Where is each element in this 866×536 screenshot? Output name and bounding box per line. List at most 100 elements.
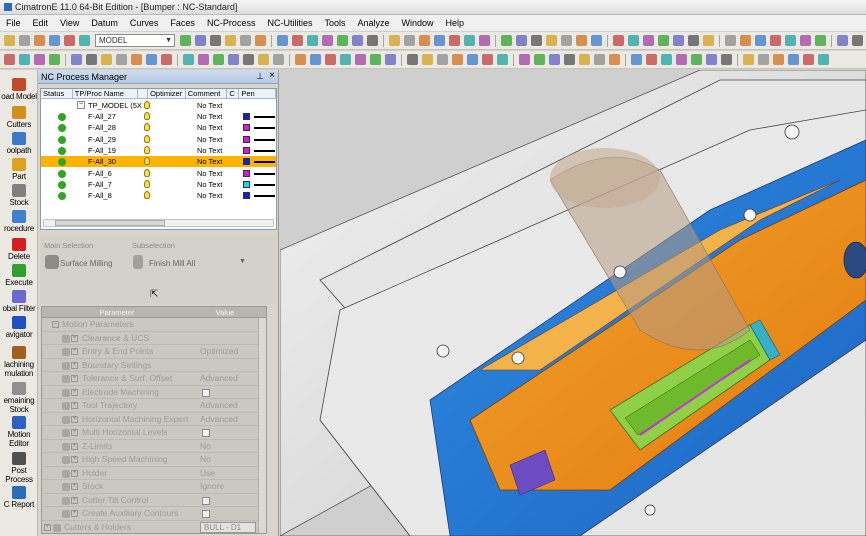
- toolbar-tool-icon[interactable]: [407, 54, 418, 65]
- menu-file[interactable]: File: [0, 18, 27, 28]
- param-row[interactable]: + Electrode Machining: [42, 386, 266, 399]
- toolbar-tool-icon[interactable]: [725, 35, 736, 46]
- param-value[interactable]: Ignore: [200, 480, 224, 493]
- toolbar-tool-icon[interactable]: [609, 54, 620, 65]
- tree-row[interactable]: F-All_8 No Text: [41, 190, 276, 201]
- param-row[interactable]: + Multi Horizontal Levels: [42, 426, 266, 440]
- toolbar-tool-icon[interactable]: [310, 54, 321, 65]
- toolbar-tool-icon[interactable]: [183, 54, 194, 65]
- guide-remaining-stock[interactable]: emaining Stock: [0, 382, 38, 414]
- toolbar-tool-icon[interactable]: [758, 54, 769, 65]
- lightbulb-icon[interactable]: [144, 123, 150, 132]
- toolbar-tool-icon[interactable]: [161, 54, 172, 65]
- toolbar-tool-icon[interactable]: [770, 35, 781, 46]
- toolbar-tool-icon[interactable]: [79, 35, 90, 46]
- toolbar-tool-icon[interactable]: [273, 54, 284, 65]
- collapse-icon[interactable]: −: [77, 101, 85, 109]
- menu-view[interactable]: View: [54, 18, 85, 28]
- param-row[interactable]: + High Speed Machining No: [42, 453, 266, 467]
- toolbar-tool-icon[interactable]: [721, 54, 732, 65]
- toolbar-tool-icon[interactable]: [613, 35, 624, 46]
- color-swatch[interactable]: [243, 192, 250, 200]
- param-checkbox[interactable]: [202, 388, 210, 397]
- guide-global-filter[interactable]: obal Filter: [0, 290, 38, 313]
- toolbar-tool-icon[interactable]: [546, 35, 557, 46]
- lightbulb-icon[interactable]: [144, 112, 150, 120]
- toolbar-tool-icon[interactable]: [755, 35, 766, 46]
- color-swatch[interactable]: [243, 113, 250, 120]
- toolbar-tool-icon[interactable]: [240, 35, 251, 46]
- lightbulb-icon[interactable]: [144, 191, 150, 200]
- expand-icon[interactable]: +: [71, 469, 78, 477]
- expand-icon[interactable]: +: [71, 402, 78, 409]
- menu-window[interactable]: Window: [396, 18, 440, 28]
- collapse-icon[interactable]: −: [52, 321, 59, 328]
- lightbulb-icon[interactable]: [144, 134, 150, 143]
- guide-machining-simulation[interactable]: lachining mulation: [0, 346, 38, 378]
- toolbar-tool-icon[interactable]: [643, 35, 654, 46]
- guide-toolpath[interactable]: oolpath: [0, 132, 38, 155]
- toolbar-tool-icon[interactable]: [422, 54, 433, 65]
- toolbar-tool-icon[interactable]: [195, 35, 206, 46]
- param-row[interactable]: + Z-Limits No: [42, 440, 266, 453]
- menu-datum[interactable]: Datum: [85, 18, 124, 28]
- toolbar-tool-icon[interactable]: [482, 54, 493, 65]
- expand-icon[interactable]: +: [71, 348, 78, 355]
- toolbar-tool-icon[interactable]: [49, 54, 60, 65]
- param-row[interactable]: + Stock Ignore: [42, 480, 266, 494]
- tree-col-header[interactable]: Pen: [239, 89, 276, 98]
- param-row[interactable]: + Cutters & Holders BULL - D1: [42, 521, 266, 534]
- toolbar-tool-icon[interactable]: [479, 35, 490, 46]
- param-row[interactable]: − Motion Parameters: [42, 318, 266, 332]
- param-row[interactable]: + Holder Use: [42, 467, 266, 480]
- lightbulb-icon[interactable]: [144, 145, 150, 154]
- toolbar-tool-icon[interactable]: [661, 54, 672, 65]
- param-row[interactable]: + Tool Trajectory Advanced: [42, 399, 266, 413]
- toolbar-tool-icon[interactable]: [434, 35, 445, 46]
- toolbar-tool-icon[interactable]: [86, 54, 97, 65]
- lightbulb-icon[interactable]: [144, 168, 150, 177]
- toolbar-tool-icon[interactable]: [389, 35, 400, 46]
- toolbar-tool-icon[interactable]: [743, 54, 754, 65]
- toolbar-tool-icon[interactable]: [210, 35, 221, 46]
- subselection-value[interactable]: Finish Mill All: [149, 259, 195, 268]
- toolbar-tool-icon[interactable]: [295, 54, 306, 65]
- menu-tools[interactable]: Tools: [318, 18, 351, 28]
- toolbar-tool-icon[interactable]: [628, 35, 639, 46]
- toolbar-tool-icon[interactable]: [564, 54, 575, 65]
- toolbar-tool-icon[interactable]: [501, 35, 512, 46]
- menu-nc-process[interactable]: NC-Process: [201, 18, 262, 28]
- toolbar-tool-icon[interactable]: [594, 54, 605, 65]
- toolbar-tool-icon[interactable]: [19, 54, 30, 65]
- toolbar-tool-icon[interactable]: [322, 35, 333, 46]
- toolbar-tool-icon[interactable]: [800, 35, 811, 46]
- guide-cutters[interactable]: Cutters: [0, 106, 38, 129]
- tree-row[interactable]: F-All_6 No Text: [41, 168, 276, 179]
- expand-icon[interactable]: +: [71, 510, 78, 517]
- param-row[interactable]: + Cutter Tilt Control: [42, 494, 266, 507]
- toolbar-tool-icon[interactable]: [837, 35, 848, 46]
- toolbar-tool-icon[interactable]: [534, 54, 545, 65]
- expand-icon[interactable]: +: [71, 388, 78, 396]
- menu-curves[interactable]: Curves: [124, 18, 165, 28]
- tree-col-header[interactable]: Comment: [186, 89, 228, 98]
- toolbar-tool-icon[interactable]: [385, 54, 396, 65]
- color-swatch[interactable]: [243, 180, 250, 188]
- toolbar-tool-icon[interactable]: [658, 35, 669, 46]
- toolbar-tool-icon[interactable]: [706, 54, 717, 65]
- lightbulb-icon[interactable]: [144, 101, 150, 109]
- expand-icon[interactable]: +: [71, 483, 78, 490]
- toolbar-tool-icon[interactable]: [101, 54, 112, 65]
- pin-icon[interactable]: ⊥: [256, 71, 264, 82]
- tree-horizontal-scrollbar[interactable]: [43, 219, 274, 227]
- main-selection-value[interactable]: Surface Milling: [60, 259, 112, 268]
- expand-icon[interactable]: +: [71, 456, 78, 463]
- toolbar-tool-icon[interactable]: [646, 54, 657, 65]
- guide-execute[interactable]: Execute: [0, 264, 38, 287]
- toolbar-tool-icon[interactable]: [691, 54, 702, 65]
- toolbar-tool-icon[interactable]: [788, 54, 799, 65]
- toolbar-tool-icon[interactable]: [497, 54, 508, 65]
- tree-col-header[interactable]: [138, 89, 149, 98]
- toolbar-tool-icon[interactable]: [352, 35, 363, 46]
- guide-motion-editor[interactable]: Motion Editor: [0, 416, 38, 448]
